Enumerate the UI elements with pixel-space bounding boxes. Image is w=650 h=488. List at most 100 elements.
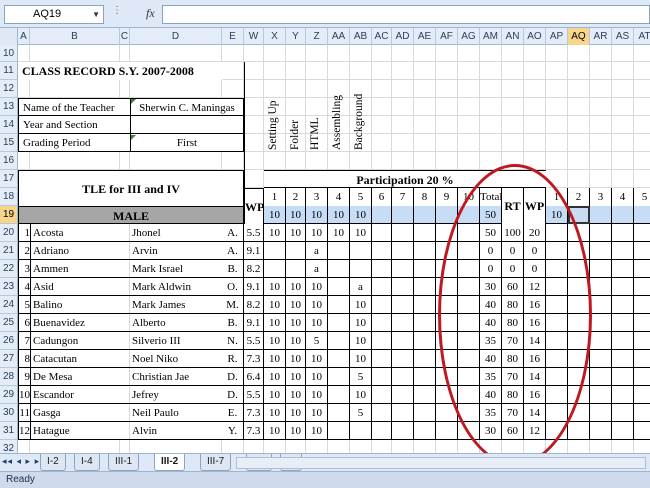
student-score-empty[interactable] [372, 386, 392, 404]
teacher-value[interactable]: Sherwin C. Maningas [130, 98, 244, 116]
student-last-name[interactable]: Buenavidez [30, 314, 120, 332]
column-header-at[interactable]: AT [634, 28, 650, 45]
student-last-name[interactable]: Gasga [30, 404, 120, 422]
student-next-score[interactable] [590, 350, 612, 368]
max-score-value[interactable]: 10 [286, 206, 306, 224]
student-first-name[interactable]: Jhonel [130, 224, 222, 242]
student-wp[interactable]: 6.4 [244, 368, 264, 386]
student-score[interactable]: 10 [286, 332, 306, 350]
row-header-27[interactable]: 27 [0, 350, 18, 368]
name-box[interactable]: AQ19 ▼ [4, 5, 104, 24]
student-next-score[interactable] [634, 260, 650, 278]
column-header-aa[interactable]: AA [328, 28, 350, 45]
student-next-score[interactable] [634, 404, 650, 422]
student-score[interactable] [286, 260, 306, 278]
student-next-score[interactable] [634, 350, 650, 368]
student-middle-initial[interactable]: A. [222, 224, 244, 242]
student-score-empty[interactable] [414, 386, 436, 404]
student-next-score[interactable] [634, 368, 650, 386]
student-score[interactable] [328, 386, 350, 404]
student-score[interactable]: 10 [306, 404, 328, 422]
student-wp[interactable]: 9.1 [244, 278, 264, 296]
student-middle-initial[interactable]: N. [222, 332, 244, 350]
student-score[interactable]: 10 [306, 386, 328, 404]
student-next-score[interactable] [612, 260, 634, 278]
student-next-score[interactable] [612, 242, 634, 260]
row-header-15[interactable]: 15 [0, 134, 18, 152]
student-wp[interactable]: 9.1 [244, 314, 264, 332]
student-score[interactable]: a [306, 260, 328, 278]
student-next-score[interactable] [612, 350, 634, 368]
student-score[interactable] [328, 332, 350, 350]
max-score-value[interactable]: 10 [306, 206, 328, 224]
column-header-y[interactable]: Y [286, 28, 306, 45]
max-score-cell[interactable] [612, 206, 634, 224]
student-score[interactable]: 5 [306, 332, 328, 350]
insert-function-button[interactable]: fx [146, 6, 155, 21]
student-next-score[interactable] [590, 422, 612, 440]
sheet-tab[interactable]: I-2 [40, 454, 66, 471]
sheet-tab[interactable]: III-1 [108, 454, 140, 471]
student-score-empty[interactable] [372, 368, 392, 386]
student-score-empty[interactable] [392, 332, 414, 350]
row-header-20[interactable]: 20 [0, 224, 18, 242]
student-score[interactable]: 10 [286, 422, 306, 440]
student-wp[interactable]: 8.2 [244, 296, 264, 314]
student-score[interactable]: 10 [306, 224, 328, 242]
student-score[interactable]: 10 [286, 404, 306, 422]
student-first-name[interactable]: Neil Paulo [130, 404, 222, 422]
grading-label[interactable]: Grading Period [18, 134, 130, 152]
student-first-name[interactable]: Noel Niko [130, 350, 222, 368]
student-next-score[interactable] [634, 278, 650, 296]
student-last-name[interactable]: Ammen [30, 260, 120, 278]
student-score-empty[interactable] [414, 242, 436, 260]
column-header-am[interactable]: AM [480, 28, 502, 45]
student-score-empty[interactable] [414, 296, 436, 314]
column-header-e[interactable]: E [222, 28, 244, 45]
student-next-score[interactable] [612, 296, 634, 314]
student-next-score[interactable] [590, 386, 612, 404]
row-header-13[interactable]: 13 [0, 98, 18, 116]
column-header-ar[interactable]: AR [590, 28, 612, 45]
student-wp[interactable]: 7.3 [244, 404, 264, 422]
student-score[interactable]: 10 [286, 296, 306, 314]
student-score[interactable] [350, 260, 372, 278]
student-score-empty[interactable] [414, 350, 436, 368]
student-score-empty[interactable] [392, 242, 414, 260]
student-next-score[interactable] [590, 224, 612, 242]
student-score[interactable]: 10 [264, 224, 286, 242]
column-header-ae[interactable]: AE [414, 28, 436, 45]
student-wp[interactable]: 7.3 [244, 350, 264, 368]
student-score[interactable]: 10 [264, 422, 286, 440]
student-score[interactable] [350, 242, 372, 260]
student-wp[interactable]: 7.3 [244, 422, 264, 440]
student-score-empty[interactable] [372, 242, 392, 260]
student-first-name[interactable]: Silverio III [130, 332, 222, 350]
year-value[interactable] [130, 116, 244, 134]
student-score-empty[interactable] [414, 404, 436, 422]
student-next-score[interactable] [590, 296, 612, 314]
student-next-score[interactable] [612, 368, 634, 386]
row-header-19[interactable]: 19 [0, 206, 18, 224]
student-middle-initial[interactable]: O. [222, 278, 244, 296]
max-score-cell[interactable] [372, 206, 392, 224]
column-header-ao[interactable]: AO [524, 28, 546, 45]
chevron-down-icon[interactable]: ▼ [92, 6, 100, 23]
student-next-score[interactable] [612, 404, 634, 422]
student-last-name[interactable]: Acosta [30, 224, 120, 242]
student-next-score[interactable] [634, 422, 650, 440]
student-first-name[interactable]: Christian Jae [130, 368, 222, 386]
column-header-c[interactable]: C [120, 28, 130, 45]
student-next-score[interactable] [634, 296, 650, 314]
student-score[interactable]: 10 [286, 278, 306, 296]
student-score-empty[interactable] [392, 368, 414, 386]
row-header-31[interactable]: 31 [0, 422, 18, 440]
student-score[interactable]: 10 [264, 404, 286, 422]
student-score[interactable] [286, 242, 306, 260]
column-header-ap[interactable]: AP [546, 28, 568, 45]
student-next-score[interactable] [634, 332, 650, 350]
student-last-name[interactable]: Asid [30, 278, 120, 296]
student-first-name[interactable]: Alberto [130, 314, 222, 332]
student-score-empty[interactable] [414, 422, 436, 440]
student-score[interactable]: 10 [306, 314, 328, 332]
